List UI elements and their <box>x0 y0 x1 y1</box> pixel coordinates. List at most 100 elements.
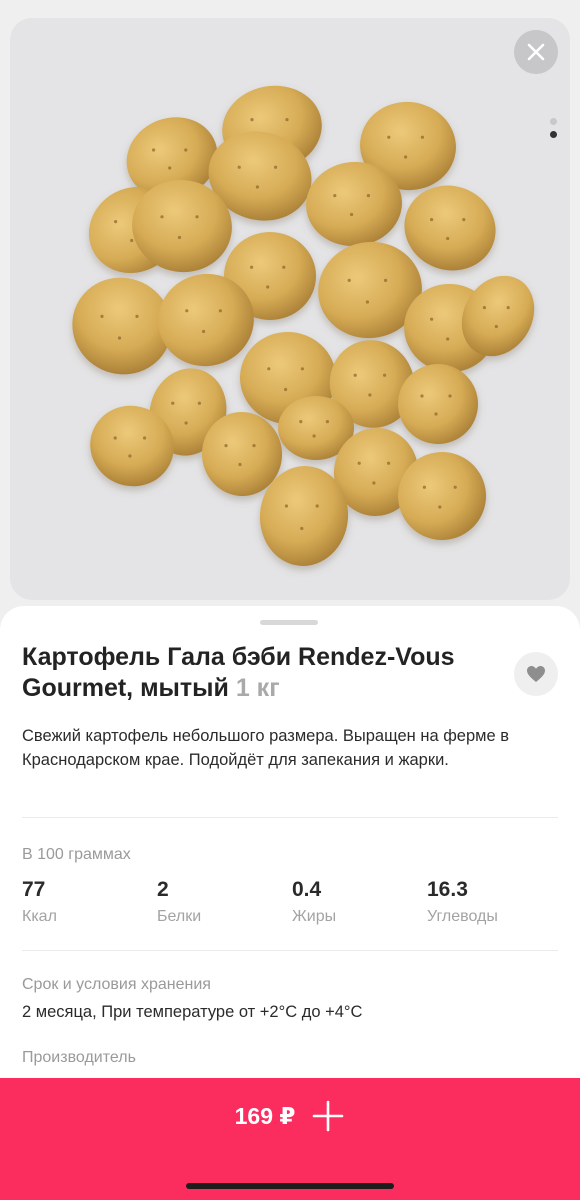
potato-eye <box>195 215 199 219</box>
potato-eye <box>284 504 288 508</box>
potato-eye <box>300 367 304 371</box>
potato-eye <box>387 461 391 465</box>
potato-eye <box>494 324 498 329</box>
divider <box>22 817 558 818</box>
potato-eye <box>453 485 457 489</box>
add-to-cart-button[interactable]: 169 ₽ <box>0 1078 580 1154</box>
storage-heading: Срок и условия хранения <box>22 976 211 993</box>
potato-eye <box>100 314 104 318</box>
potato-eye <box>285 118 289 122</box>
nutrient-value: 2 <box>157 878 169 901</box>
favorite-button[interactable] <box>514 652 558 696</box>
potato-eye <box>357 461 361 465</box>
nutrient-protein: 2 Белки <box>157 878 292 926</box>
potato-eye <box>237 165 241 169</box>
potato-eye <box>333 194 337 198</box>
potato-eye <box>422 485 426 489</box>
potato-eye <box>312 434 316 438</box>
potato-eye <box>383 373 387 377</box>
potato-eye <box>185 309 189 313</box>
home-indicator <box>186 1183 394 1189</box>
potato-eye <box>300 526 304 531</box>
title-row: Картофель Гала бэби Rendez-Vous Gourmet,… <box>22 642 558 704</box>
potato-eye <box>434 412 438 416</box>
nutrition-heading: В 100 граммах <box>22 846 131 863</box>
potato-eye <box>365 300 369 304</box>
potato-eye <box>404 155 408 159</box>
potato-eye <box>299 420 303 424</box>
pager-dot-active[interactable] <box>550 131 557 138</box>
plus-icon <box>313 1100 344 1132</box>
product-weight: 1 кг <box>235 674 280 702</box>
potato-eye <box>448 394 452 398</box>
pager-dot[interactable] <box>550 118 557 125</box>
nutrient-carbs: 16.3 Углеводы <box>427 878 562 926</box>
potato-eye <box>372 481 376 485</box>
potato-eye <box>197 401 201 405</box>
nutrient-label: Углеводы <box>427 908 498 925</box>
potato-eye <box>160 215 164 219</box>
potato-eye <box>420 394 424 398</box>
potato-eye <box>130 238 134 243</box>
potato-eye <box>462 218 466 222</box>
storage-value: 2 месяца, При температуре от +2°C до +4°… <box>22 1003 363 1021</box>
potato-eye <box>266 285 270 289</box>
potato-eye <box>430 218 434 222</box>
nutrient-value: 0.4 <box>292 878 322 901</box>
price-label: 169 ₽ <box>234 1102 296 1129</box>
nutrient-label: Белки <box>157 908 202 925</box>
potato-eye <box>177 235 182 240</box>
nutrient-value: 77 <box>22 878 46 901</box>
potato-eye <box>171 401 175 405</box>
potato-eye <box>353 373 357 377</box>
close-button[interactable] <box>514 30 558 74</box>
potato-eye <box>284 387 288 392</box>
potato-eye <box>446 337 450 341</box>
potato-eye <box>184 148 188 152</box>
potato-eye <box>113 436 117 440</box>
potato-eye <box>218 309 222 313</box>
potato-eye <box>274 165 278 169</box>
close-icon <box>527 43 545 61</box>
nutrient-kcal: 77 Ккал <box>22 878 157 926</box>
potato-eye <box>420 135 424 139</box>
product-card-screen: Картофель Гала бэби Rendez-Vous Gourmet,… <box>0 0 580 1200</box>
potato-eye <box>184 421 188 425</box>
potato-eye <box>482 306 486 310</box>
potato-eye <box>325 420 329 424</box>
potato-eye <box>506 306 510 310</box>
nutrient-fat: 0.4 Жиры <box>292 878 427 926</box>
product-title: Картофель Гала бэби Rendez-Vous Gourmet,… <box>22 642 482 704</box>
buy-bar: 169 ₽ <box>0 1078 580 1200</box>
potato-eye <box>446 236 450 241</box>
potato-eye <box>114 220 118 224</box>
product-description: Свежий картофель небольшого размера. Выр… <box>22 727 510 769</box>
product-photo[interactable] <box>10 18 570 600</box>
potato-eye <box>152 148 156 152</box>
potato-eye <box>250 265 254 269</box>
potato-eye <box>366 194 370 198</box>
potato-eye <box>430 317 434 321</box>
potato-eye <box>202 329 206 334</box>
potato-eye <box>315 504 319 508</box>
sheet-grabber[interactable] <box>260 620 318 625</box>
potato-eye <box>143 436 147 440</box>
potato-eye <box>168 166 172 170</box>
potato-eye <box>135 314 139 318</box>
potato-eye <box>387 135 391 139</box>
potato-eye <box>252 444 256 448</box>
nutrient-label: Ккал <box>22 908 57 925</box>
image-pager <box>550 118 558 144</box>
heart-icon <box>527 666 545 682</box>
potato-eye <box>282 265 286 269</box>
potato-eye <box>368 393 372 397</box>
potato-eye <box>250 118 254 122</box>
potato-eye <box>267 367 271 371</box>
nutrition-facts: 77 Ккал 2 Белки 0.4 Жиры 16.3 Углеводы <box>22 878 562 926</box>
potato-eye <box>117 336 122 340</box>
nutrient-label: Жиры <box>292 908 337 925</box>
potato-eye <box>438 505 442 509</box>
manufacturer-heading: Производитель <box>22 1049 136 1066</box>
nutrient-value: 16.3 <box>427 878 468 901</box>
potato-eye <box>255 185 259 189</box>
